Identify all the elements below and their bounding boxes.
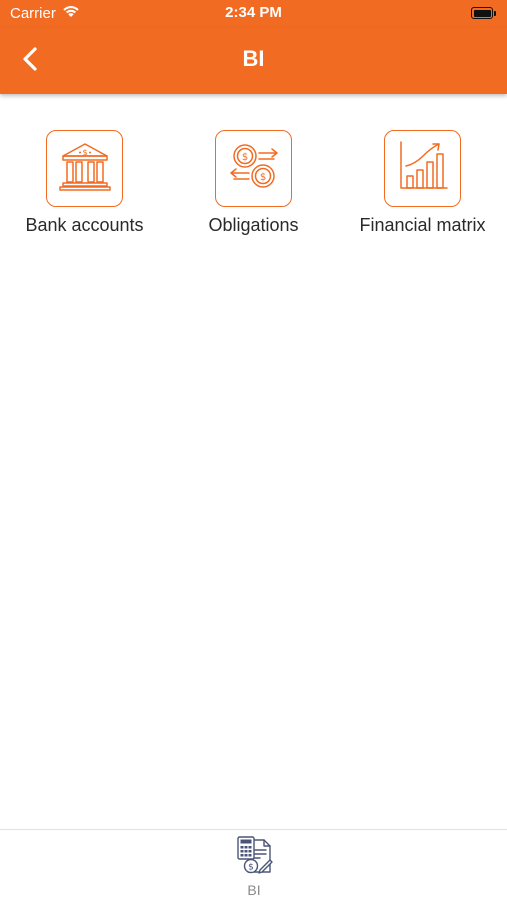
growth-chart-icon xyxy=(393,136,453,201)
tab-bi[interactable]: $ BI xyxy=(222,834,286,898)
status-bar: Carrier 2:34 PM xyxy=(0,0,507,28)
battery-icon xyxy=(471,6,497,20)
financial-matrix-label: Financial matrix xyxy=(359,215,486,235)
bi-menu-grid: $ Bank accounts $ $ Obligations Financia… xyxy=(0,130,507,236)
navigation-bar: BI xyxy=(0,28,507,94)
svg-text:$: $ xyxy=(241,152,247,163)
svg-text:$: $ xyxy=(82,148,87,157)
tab-bar: $ BI xyxy=(0,829,507,901)
financial-matrix-tile[interactable]: Financial matrix xyxy=(338,130,507,236)
financial-matrix-icon-box xyxy=(384,130,461,207)
bank-icon: $ xyxy=(55,136,115,201)
page-title: BI xyxy=(242,46,265,71)
bank-accounts-label: Bank accounts xyxy=(25,215,144,235)
status-time: 2:34 PM xyxy=(225,4,282,21)
obligations-tile[interactable]: $ $ Obligations xyxy=(169,130,338,236)
obligations-icon: $ $ xyxy=(224,136,284,201)
bank-accounts-tile[interactable]: $ Bank accounts xyxy=(0,130,169,236)
svg-text:$: $ xyxy=(259,172,265,183)
obligations-icon-box: $ $ xyxy=(215,130,292,207)
obligations-label: Obligations xyxy=(208,215,299,235)
bank-accounts-icon-box: $ xyxy=(46,130,123,207)
bi-report-icon: $ xyxy=(234,834,274,881)
svg-text:$: $ xyxy=(248,863,254,873)
tab-bi-label: BI xyxy=(247,882,261,898)
